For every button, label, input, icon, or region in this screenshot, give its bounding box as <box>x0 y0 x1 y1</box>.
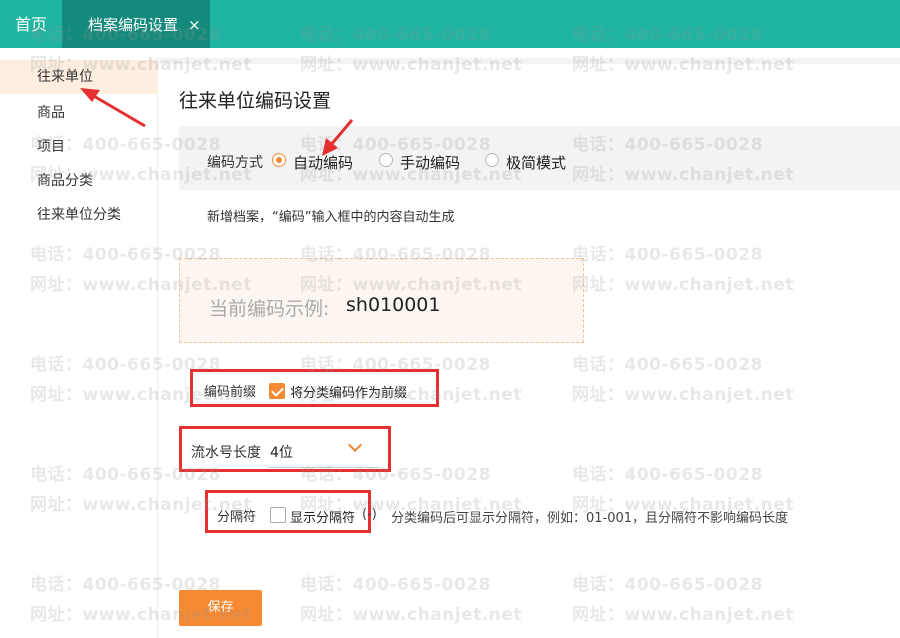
serial-length-value: 4位 <box>270 445 293 461</box>
separator-label: 分隔符 <box>217 510 257 525</box>
close-icon[interactable]: × <box>188 0 201 50</box>
radio-auto-code-label[interactable]: 自动编码 <box>293 152 353 173</box>
separator-checkbox-label[interactable]: 显示分隔符 <box>290 507 355 526</box>
radio-auto-code[interactable] <box>272 153 286 167</box>
code-example-value: sh010001 <box>346 294 441 316</box>
page-title: 往来单位编码设置 <box>179 90 332 112</box>
sidebar-item-partner-categories[interactable]: 往来单位分类 <box>0 198 158 232</box>
top-tab-bar: 首页 档案编码设置 × <box>0 0 900 48</box>
watermark-phone: 电话：400-665-0028 <box>572 355 763 375</box>
watermark-phone: 电话：400-665-0028 <box>572 245 763 265</box>
code-prefix-label: 编码前缀 <box>204 385 257 400</box>
separator-description: 分类编码后可显示分隔符，例如：01-001，且分隔符不影响编码长度 <box>391 511 789 526</box>
sidebar-item-projects[interactable]: 项目 <box>0 130 158 164</box>
serial-length-label: 流水号长度 <box>191 445 261 461</box>
separator-checkbox[interactable] <box>270 507 286 523</box>
watermark-site: 网址：www.chanjet.net <box>572 385 794 405</box>
serial-length-select[interactable]: 4位 <box>268 436 380 468</box>
sidebar-item-product-categories[interactable]: 商品分类 <box>0 164 158 198</box>
watermark-site: 网址：www.chanjet.net <box>572 275 794 295</box>
tab-archive-code-settings[interactable]: 档案编码设置 × <box>62 0 210 48</box>
radio-minimal-mode[interactable] <box>485 153 499 167</box>
radio-minimal-mode-label[interactable]: 极简模式 <box>506 152 566 173</box>
code-example-label: 当前编码示例: <box>209 298 330 320</box>
prefix-checkbox[interactable] <box>269 383 285 399</box>
separator-symbol: (-) <box>362 507 377 522</box>
save-button[interactable]: 保存 <box>179 590 262 626</box>
watermark-site: 网址：www.chanjet.net <box>572 605 794 625</box>
sidebar-item-partners[interactable]: 往来单位 <box>0 60 158 94</box>
tab-label: 档案编码设置 <box>88 16 179 34</box>
watermark-phone: 电话：400-665-0028 <box>572 465 763 485</box>
auto-code-hint: 新增档案，“编码”输入框中的内容自动生成 <box>207 210 455 225</box>
content-top-divider <box>159 58 900 64</box>
radio-manual-code[interactable] <box>379 153 393 167</box>
watermark-site: 网址：www.chanjet.net <box>300 605 522 625</box>
sidebar-item-products[interactable]: 商品 <box>0 96 158 130</box>
watermark-phone: 电话：400-665-0028 <box>572 575 763 595</box>
tab-home[interactable]: 首页 <box>0 0 62 48</box>
prefix-checkbox-label[interactable]: 将分类编码作为前缀 <box>290 382 407 401</box>
radio-manual-code-label[interactable]: 手动编码 <box>400 152 460 173</box>
sidebar: 往来单位 商品 项目 商品分类 往来单位分类 <box>0 58 158 638</box>
coding-mode-label: 编码方式 <box>207 155 263 171</box>
chevron-down-icon[interactable] <box>347 437 363 453</box>
watermark-phone: 电话：400-665-0028 <box>300 575 491 595</box>
